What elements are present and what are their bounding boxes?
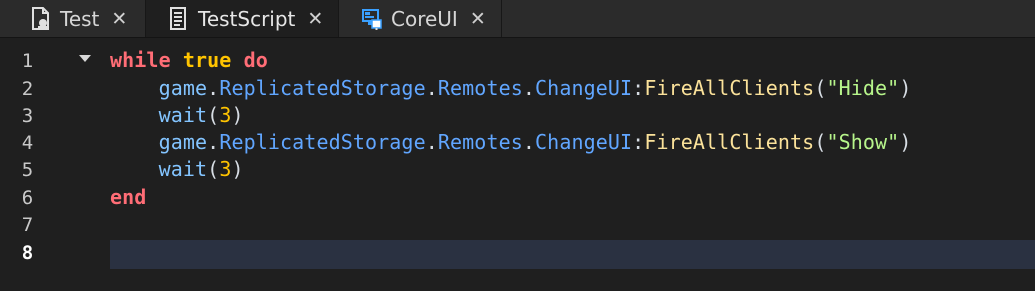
punct: . <box>207 76 220 100</box>
punct: . <box>425 76 438 100</box>
code-line-1: while true do <box>110 48 268 72</box>
punct: ( <box>814 76 827 100</box>
string: "Hide" <box>826 76 900 100</box>
line-number: 3 <box>21 105 34 127</box>
tab-label: Test <box>60 6 100 31</box>
string: "Show" <box>826 130 900 154</box>
line-number: 1 <box>21 50 34 72</box>
punct: ( <box>207 157 220 181</box>
script-icon <box>168 6 190 31</box>
keyword: while <box>110 48 171 72</box>
tab-label: TestScript <box>198 6 296 31</box>
close-icon[interactable]: ✕ <box>111 8 127 30</box>
property: ReplicatedStorage <box>219 76 426 100</box>
code-line-3: wait(3) <box>110 103 244 127</box>
punct: . <box>207 130 220 154</box>
punct: ) <box>899 76 912 100</box>
punct: . <box>522 76 536 100</box>
current-line-highlight <box>110 240 1035 269</box>
global-function: wait <box>158 157 208 181</box>
method: FireAllClients <box>644 76 815 100</box>
punct: ) <box>899 130 912 154</box>
boolean: true <box>182 48 232 72</box>
punct: : <box>632 76 645 100</box>
number: 3 <box>219 157 232 181</box>
screen-gui-icon <box>361 7 383 31</box>
global: game <box>158 76 208 100</box>
tab-bar: Test ✕ TestScript ✕ CoreUI ✕ <box>0 0 1035 38</box>
tab-test[interactable]: Test ✕ <box>0 0 145 37</box>
global-function: wait <box>158 103 208 127</box>
tab-coreui[interactable]: CoreUI ✕ <box>339 0 501 37</box>
close-icon[interactable]: ✕ <box>470 8 486 30</box>
number: 3 <box>219 103 232 127</box>
property: Remotes <box>437 130 523 154</box>
line-number: 4 <box>21 132 34 154</box>
property: ReplicatedStorage <box>219 130 426 154</box>
code-line-2: game.ReplicatedStorage.Remotes.ChangeUI:… <box>110 76 912 100</box>
keyword: end <box>110 185 147 209</box>
punct: . <box>522 130 536 154</box>
punct: ) <box>231 103 244 127</box>
local-script-icon <box>30 6 52 31</box>
line-number: 7 <box>21 214 34 236</box>
fold-collapse-icon[interactable] <box>79 55 91 62</box>
line-number: 5 <box>21 159 34 181</box>
tab-label: CoreUI <box>391 6 458 31</box>
close-icon[interactable]: ✕ <box>307 8 323 30</box>
punct: ( <box>814 130 827 154</box>
property: ChangeUI <box>535 130 633 154</box>
punct: : <box>632 130 645 154</box>
keyword: do <box>243 48 268 72</box>
property: ChangeUI <box>535 76 633 100</box>
line-number: 6 <box>21 187 34 209</box>
code-line-5: wait(3) <box>110 157 244 181</box>
line-number: 2 <box>21 78 34 100</box>
current-line-number: 8 <box>21 242 34 264</box>
punct: ( <box>207 103 220 127</box>
punct: ) <box>231 157 244 181</box>
tab-testscript[interactable]: TestScript ✕ <box>146 0 338 37</box>
code-editor[interactable]: 1 2 3 4 5 6 7 8 while true do game.Repli… <box>0 38 1035 291</box>
punct: . <box>425 130 438 154</box>
method: FireAllClients <box>644 130 815 154</box>
property: Remotes <box>437 76 523 100</box>
tab-divider <box>501 0 502 37</box>
code-line-4: game.ReplicatedStorage.Remotes.ChangeUI:… <box>110 130 912 154</box>
global: game <box>158 130 208 154</box>
code-line-6: end <box>110 185 146 209</box>
